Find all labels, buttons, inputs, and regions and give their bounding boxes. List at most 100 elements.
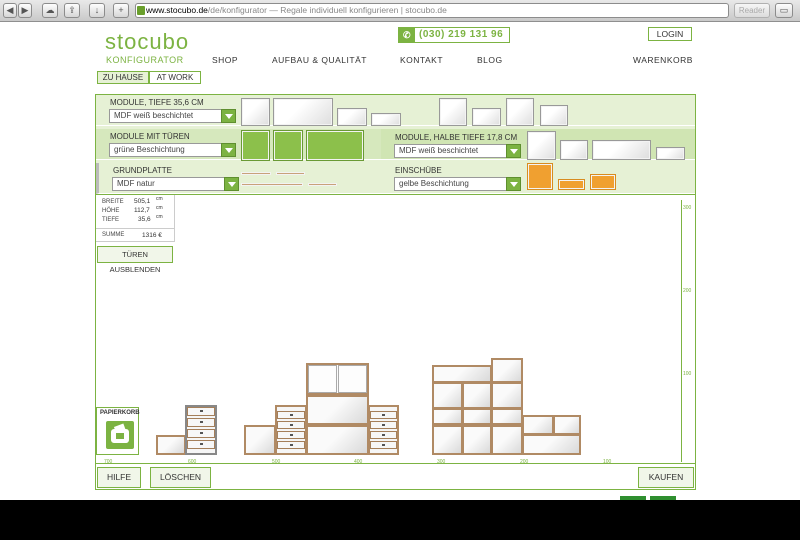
logo[interactable]: stocubo [105,29,189,55]
drawer[interactable] [187,418,215,427]
drawer[interactable] [277,421,305,429]
drawer[interactable] [370,431,397,439]
back-button[interactable]: ◀ [3,3,17,18]
chevron-down-icon [506,177,521,191]
drawer[interactable] [370,411,397,419]
forward-button[interactable]: ▶ [18,3,32,18]
base-plate-1[interactable] [241,172,271,175]
module-square[interactable] [241,98,270,126]
door-module-3[interactable] [306,130,364,161]
door-cabinet[interactable] [306,363,369,395]
module-drawers-3[interactable] [506,98,534,126]
trash-box[interactable]: PAPIERKORB [96,407,140,455]
shelf-module[interactable] [491,358,523,383]
hide-doors-button[interactable]: TÜREN AUSBLENDEN [97,246,173,274]
module-wide[interactable] [273,98,333,126]
shelf-module[interactable] [522,434,581,455]
group-label: MODULE MIT TÜREN [110,132,190,141]
shelf-module[interactable] [432,382,463,409]
buy-button[interactable]: KAUFEN [638,467,694,488]
door-color-select[interactable]: grüne Beschichtung [109,143,236,157]
group-module-tiefe: MODULE, TIEFE 35,6 CM MDF weiß beschicht… [96,95,695,126]
module-drawers-4[interactable] [540,105,568,126]
insert-2[interactable] [558,179,585,190]
login-button[interactable]: LOGIN [648,27,692,41]
shelf-module[interactable] [244,425,276,455]
configurator-canvas[interactable]: BREITE 505,1 cm HÖHE 112,7 cm TIEFE 35,6… [95,195,696,490]
shelf-module[interactable] [156,435,186,455]
material-select[interactable]: MDF weiß beschichtet [109,109,236,123]
drawer[interactable] [370,441,397,449]
shelf-stack[interactable] [275,405,307,455]
half-module-1[interactable] [527,131,556,160]
green-tab[interactable] [650,496,676,500]
drawer-tower[interactable] [185,405,217,455]
shelf-module[interactable] [306,425,369,455]
module-drawers-2[interactable] [472,108,501,126]
base-select[interactable]: MDF natur [112,177,239,191]
tab-zu-hause[interactable]: ZU HAUSE [97,71,149,84]
shelf-module[interactable] [432,408,463,425]
half-module-2[interactable] [560,140,588,160]
insert-select[interactable]: gelbe Beschichtung [394,177,521,191]
nav-blog[interactable]: BLOG [477,55,503,65]
ruler-x-label: 300 [437,459,446,465]
download-icon[interactable]: ↓ [89,3,105,18]
module-flat[interactable] [371,113,401,126]
reader-button[interactable]: Reader [734,3,770,18]
group-module-tueren: MODULE MIT TÜREN grüne Beschichtung [96,129,381,161]
shelf-module[interactable] [522,415,554,435]
new-tab-button[interactable]: + [113,3,129,18]
module-small[interactable] [337,108,367,126]
green-tab[interactable] [620,496,646,500]
shelf-module[interactable] [462,408,492,425]
door-module-1[interactable] [241,130,270,161]
shelf-module[interactable] [491,408,523,425]
breite-label: BREITE [102,199,124,205]
icloud-icon[interactable]: ☁ [42,3,58,18]
help-button[interactable]: HILFE [97,467,141,488]
nav-kontakt[interactable]: KONTAKT [400,55,443,65]
shelf-module[interactable] [462,382,492,409]
drawer[interactable] [187,440,215,449]
tab-at-work[interactable]: AT WORK [149,71,201,84]
half-module-3[interactable] [592,140,651,160]
nav-aufbau[interactable]: AUFBAU & QUALITÄT [272,55,367,65]
drawer[interactable] [187,407,215,416]
shelf-module[interactable] [491,425,523,455]
shelf-module[interactable] [432,365,492,383]
half-depth-select[interactable]: MDF weiß beschichtet [394,144,521,158]
nav-warenkorb[interactable]: WARENKORB [633,55,693,65]
module-drawers-1[interactable] [439,98,467,126]
cabinet-door[interactable] [308,365,337,393]
phone-box[interactable]: ✆ (030) 219 131 96 [398,27,510,43]
favicon-icon [137,6,145,15]
shelf-module[interactable] [306,395,369,425]
drawer[interactable] [277,411,305,419]
door-module-2[interactable] [273,130,303,161]
chevron-down-icon [224,177,239,191]
address-bar[interactable]: www.stocubo.de/de/konfigurator — Regale … [135,3,729,18]
nav-shop[interactable]: SHOP [212,55,238,65]
sum-value: 1316 € [142,232,162,239]
drawer[interactable] [277,441,305,449]
shelf-module[interactable] [432,425,463,455]
shelf-module[interactable] [462,425,492,455]
half-module-4[interactable] [656,147,685,160]
bookmarks-icon[interactable]: ▭ [775,3,793,18]
shelf-stack[interactable] [368,405,399,455]
base-plate-3[interactable] [241,183,303,186]
drawer[interactable] [187,429,215,438]
insert-1[interactable] [527,163,553,190]
url-domain: www.stocubo.de [146,5,208,15]
share-icon[interactable]: ⇪ [64,3,80,18]
base-plate-4[interactable] [308,183,337,186]
drawer[interactable] [370,421,397,429]
base-plate-2[interactable] [276,172,305,175]
shelf-module[interactable] [553,415,581,435]
cabinet-door[interactable] [338,365,367,393]
clear-button[interactable]: LÖSCHEN [150,467,211,488]
insert-3[interactable] [590,174,616,190]
shelf-module[interactable] [491,382,523,409]
drawer[interactable] [277,431,305,439]
